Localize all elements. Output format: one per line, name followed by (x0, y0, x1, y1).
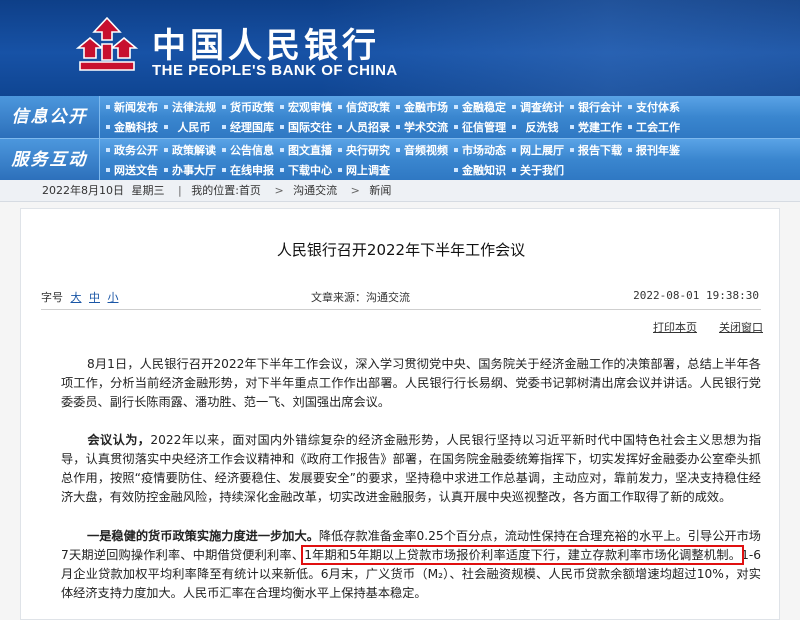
nav-item[interactable]: 金融稳定 (452, 98, 510, 118)
article-source: 文章来源：沟通交流 (311, 291, 410, 304)
nav-row-1: 新闻发布 法律法规 货币政策 宏观审慎 信贷政策 金融市场 金融稳定 调查统计 … (104, 98, 684, 118)
nav-item[interactable]: 公告信息 (220, 141, 278, 161)
nav-row-2: 金融科技 人民币 经理国库 国际交往 人员招录 学术交流 征信管理 反洗钱 党建… (104, 118, 684, 138)
nav-item[interactable]: 金融科技 (104, 118, 162, 138)
pboc-logo-icon[interactable] (72, 14, 142, 84)
divider (41, 309, 761, 310)
font-size-large-link[interactable]: 大 (71, 291, 82, 304)
article-paragraph-2: 会议认为，2022年以来，面对国内外错综复杂的经济金融形势，人民银行坚持以习近平… (61, 431, 761, 507)
font-size-label: 字号 (41, 291, 63, 304)
article-panel: 人民银行召开2022年下半年工作会议 字号 大 中 小 文章来源：沟通交流 20… (20, 208, 780, 620)
nav-item[interactable]: 调查统计 (510, 98, 568, 118)
paragraph-2-lead: 会议认为， (87, 433, 151, 447)
nav-row-4: 网送文告 办事大厅 在线申报 下载中心 网上调查 金融知识 关于我们 (104, 161, 568, 181)
nav-item[interactable]: 金融知识 (452, 161, 510, 181)
print-page-link[interactable]: 打印本页 (653, 319, 697, 335)
article-paragraph-1: 8月1日，人民银行召开2022年下半年工作会议，深入学习贯彻党中央、国务院关于经… (61, 355, 761, 412)
nav-item[interactable]: 关于我们 (510, 161, 568, 181)
breadcrumb-weekday: 星期三 (131, 184, 165, 197)
nav-row-3: 政务公开 政策解读 公告信息 图文直播 央行研究 音频视频 市场动态 网上展厅 … (104, 141, 684, 161)
nav-item[interactable]: 网上调查 (336, 161, 394, 181)
paragraph-1-text: 8月1日，人民银行召开2022年下半年工作会议，深入学习贯彻党中央、国务院关于经… (61, 357, 761, 409)
bank-name-en: THE PEOPLE'S BANK OF CHINA (152, 62, 398, 79)
section-label-info[interactable]: 信息公开 (0, 96, 100, 138)
nav-item[interactable]: 宏观审慎 (278, 98, 336, 118)
nav-item[interactable]: 人员招录 (336, 118, 394, 138)
main-navigation: 信息公开 新闻发布 法律法规 货币政策 宏观审慎 信贷政策 金融市场 金融稳定 … (0, 96, 800, 181)
nav-item[interactable]: 法律法规 (162, 98, 220, 118)
header-banner: 中国人民银行 THE PEOPLE'S BANK OF CHINA (0, 0, 800, 96)
nav-item[interactable]: 征信管理 (452, 118, 510, 138)
nav-item[interactable]: 支付体系 (626, 98, 684, 118)
article-meta: 字号 大 中 小 文章来源：沟通交流 2022-08-01 19:38:30 (21, 289, 779, 307)
highlighted-sentence: 1年期和5年期以上贷款市场报价利率适度下行，建立存款利率市场化调整机制。 (301, 545, 745, 565)
font-size-medium-link[interactable]: 中 (89, 291, 100, 304)
nav-item[interactable]: 学术交流 (394, 118, 452, 138)
nav-item[interactable]: 网送文告 (104, 161, 162, 181)
breadcrumb-level3[interactable]: 新闻 (369, 184, 391, 197)
nav-item[interactable]: 在线申报 (220, 161, 278, 181)
nav-item[interactable]: 经理国库 (220, 118, 278, 138)
nav-item[interactable]: 国际交往 (278, 118, 336, 138)
nav-item[interactable]: 党建工作 (568, 118, 626, 138)
article-title: 人民银行召开2022年下半年工作会议 (276, 241, 526, 259)
font-size-controls: 字号 大 中 小 (41, 289, 119, 305)
article-tools: 打印本页 关闭窗口 (21, 319, 779, 335)
nav-item[interactable]: 报刊年鉴 (626, 141, 684, 161)
nav-item[interactable]: 人民币 (162, 118, 220, 138)
nav-item[interactable]: 图文直播 (278, 141, 336, 161)
nav-item[interactable]: 信贷政策 (336, 98, 394, 118)
breadcrumb-level2[interactable]: 沟通交流 (293, 184, 337, 197)
nav-item[interactable]: 政务公开 (104, 141, 162, 161)
nav-item[interactable]: 反洗钱 (510, 118, 568, 138)
close-window-link[interactable]: 关闭窗口 (719, 319, 763, 335)
section-label-service[interactable]: 服务互动 (0, 139, 100, 181)
nav-item[interactable]: 报告下载 (568, 141, 626, 161)
nav-item[interactable]: 音频视频 (394, 141, 452, 161)
nav-item[interactable]: 新闻发布 (104, 98, 162, 118)
banner-glow (320, 0, 800, 96)
nav-item[interactable]: 工会工作 (626, 118, 684, 138)
nav-item[interactable]: 市场动态 (452, 141, 510, 161)
nav-item[interactable]: 金融市场 (394, 98, 452, 118)
paragraph-3-lead: 一是稳健的货币政策实施力度进一步加大。 (87, 529, 319, 543)
article-paragraph-3: 一是稳健的货币政策实施力度进一步加大。降低存款准备金率0.25个百分点，流动性保… (61, 527, 761, 603)
nav-item[interactable]: 网上展厅 (510, 141, 568, 161)
nav-item[interactable]: 办事大厅 (162, 161, 220, 181)
breadcrumb: 2022年8月10日 星期三 | 我的位置:首页 > 沟通交流 > 新闻 (0, 180, 800, 202)
article-datetime: 2022-08-01 19:38:30 (633, 289, 759, 302)
breadcrumb-date: 2022年8月10日 (42, 184, 124, 197)
paragraph-2-text: 2022年以来，面对国内外错综复杂的经济金融形势，人民银行坚持以习近平新时代中国… (61, 433, 762, 504)
nav-item[interactable]: 银行会计 (568, 98, 626, 118)
nav-section-service: 服务互动 政务公开 政策解读 公告信息 图文直播 央行研究 音频视频 市场动态 … (0, 138, 800, 181)
nav-item[interactable]: 央行研究 (336, 141, 394, 161)
nav-section-info: 信息公开 新闻发布 法律法规 货币政策 宏观审慎 信贷政策 金融市场 金融稳定 … (0, 96, 800, 138)
breadcrumb-home[interactable]: 我的位置:首页 (191, 184, 261, 197)
nav-item[interactable]: 政策解读 (162, 141, 220, 161)
nav-item[interactable]: 货币政策 (220, 98, 278, 118)
bank-name-cn: 中国人民银行 (152, 26, 380, 66)
nav-item[interactable]: 下载中心 (278, 161, 336, 181)
font-size-small-link[interactable]: 小 (108, 291, 119, 304)
